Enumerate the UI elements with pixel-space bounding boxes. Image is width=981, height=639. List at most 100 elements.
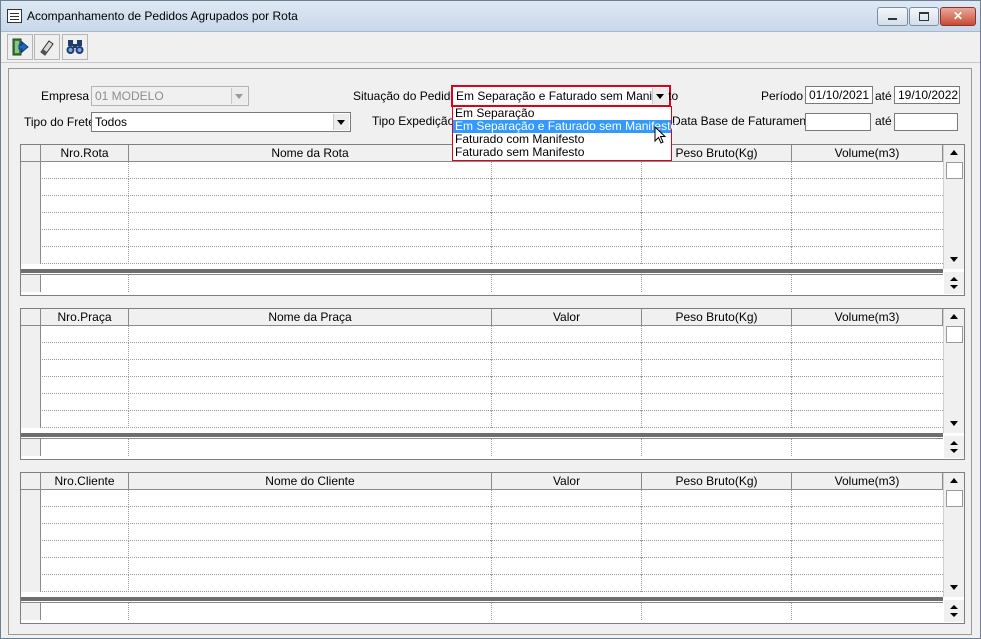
table-row[interactable] [21,196,943,213]
cliente-grid[interactable]: Nro.Cliente Nome do Cliente Valor Peso Brut… [20,472,965,624]
chevron-down-icon[interactable] [652,88,668,104]
vertical-scrollbar[interactable] [943,473,964,597]
row-indicator[interactable] [21,230,41,247]
tipo-frete-select[interactable]: Todos [91,112,351,132]
table-row[interactable] [21,541,943,558]
totals-spin-icon[interactable] [944,272,964,294]
situacao-select[interactable]: Em Separação e Faturado sem Manifesto [451,85,678,107]
cell-divider [128,343,129,360]
praca-grid[interactable]: Nro.Praça Nome da Praça Valor Peso Bruto(Kg… [20,308,965,460]
periodo-from-input[interactable]: 01/10/2021 [805,86,873,104]
table-row[interactable] [21,247,943,264]
binoculars-icon [66,40,84,54]
row-indicator[interactable] [21,524,41,541]
table-row[interactable] [21,343,943,360]
scroll-thumb[interactable] [946,490,963,507]
title-bar[interactable]: Acompanhamento de Pedidos Agrupados por … [1,1,980,32]
totals-separator [21,433,943,437]
table-row[interactable] [21,179,943,196]
row-indicator[interactable] [21,326,41,343]
column-header[interactable]: Peso Bruto(Kg) [642,309,792,325]
situacao-dropdown-list[interactable]: Em Separação Em Separação e Faturado sem … [452,106,677,161]
cell-divider [128,196,129,213]
column-header[interactable]: Volume(m3) [792,309,943,325]
cell-divider [641,179,642,196]
scroll-thumb[interactable] [946,162,963,179]
column-header[interactable]: Nome do Cliente [129,473,492,489]
row-indicator[interactable] [21,541,41,558]
column-header[interactable]: Volume(m3) [792,473,943,489]
periodo-to-input[interactable]: 19/10/2022 [894,86,960,104]
maximize-button[interactable] [909,7,939,26]
row-indicator[interactable] [21,343,41,360]
row-indicator[interactable] [21,162,41,179]
column-header[interactable]: Valor [492,309,642,325]
row-indicator[interactable] [21,411,41,428]
cell-divider [128,603,129,620]
column-header[interactable]: Valor [492,473,642,489]
table-row[interactable] [21,230,943,247]
row-indicator[interactable] [21,196,41,213]
cell-divider [491,394,492,411]
table-row[interactable] [21,575,943,592]
column-header[interactable]: Peso Bruto(Kg) [642,473,792,489]
close-icon: ✕ [952,9,964,23]
scroll-up-icon[interactable] [944,309,964,325]
chevron-down-icon[interactable] [333,114,349,130]
scroll-thumb[interactable] [946,326,963,343]
column-header[interactable]: Volume(m3) [792,145,943,161]
vertical-scrollbar[interactable] [943,309,964,433]
row-indicator[interactable] [21,377,41,394]
rota-grid[interactable]: Nro.Rota Nome da Rota Peso Bruto(Kg) Volume… [20,144,965,296]
column-header[interactable]: Nome da Rota [129,145,492,161]
close-button[interactable]: ✕ [940,7,976,26]
row-indicator[interactable] [21,179,41,196]
row-indicator[interactable] [21,490,41,507]
app-icon [7,9,22,23]
scroll-down-icon[interactable] [944,580,964,596]
table-row[interactable] [21,394,943,411]
situacao-option[interactable]: Faturado sem Manifesto [453,146,671,159]
search-button[interactable] [62,34,88,60]
column-header[interactable]: Nome da Praça [129,309,492,325]
table-row[interactable] [21,411,943,428]
grid-rows [21,490,943,592]
table-row[interactable] [21,558,943,575]
table-row[interactable] [21,507,943,524]
row-indicator[interactable] [21,213,41,230]
cell-divider [491,507,492,524]
cell-divider [491,377,492,394]
row-indicator[interactable] [21,507,41,524]
row-indicator[interactable] [21,247,41,264]
cell-divider [641,213,642,230]
scroll-down-icon[interactable] [944,252,964,268]
vertical-scrollbar[interactable] [943,145,964,269]
minimize-button[interactable] [877,7,908,26]
clear-button[interactable] [34,34,60,60]
exit-button[interactable] [7,34,33,60]
scroll-up-icon[interactable] [944,473,964,489]
table-row[interactable] [21,490,943,507]
totals-spin-icon[interactable] [944,436,964,458]
row-indicator[interactable] [21,394,41,411]
column-header[interactable]: Nro.Cliente [41,473,129,489]
totals-spin-icon[interactable] [944,600,964,622]
row-indicator[interactable] [21,558,41,575]
table-row[interactable] [21,326,943,343]
column-header[interactable]: Nro.Praça [41,309,129,325]
table-row[interactable] [21,213,943,230]
cell-divider [791,360,792,377]
data-base-from-input[interactable] [805,113,871,131]
scroll-up-icon[interactable] [944,145,964,161]
scroll-down-icon[interactable] [944,416,964,432]
row-indicator[interactable] [21,575,41,592]
table-row[interactable] [21,377,943,394]
row-indicator[interactable] [21,360,41,377]
table-row[interactable] [21,162,943,179]
table-row[interactable] [21,360,943,377]
table-row[interactable] [21,524,943,541]
eraser-icon [40,40,54,56]
column-header[interactable]: Nro.Rota [41,145,129,161]
cell-divider [791,558,792,575]
data-base-to-input[interactable] [894,113,958,131]
